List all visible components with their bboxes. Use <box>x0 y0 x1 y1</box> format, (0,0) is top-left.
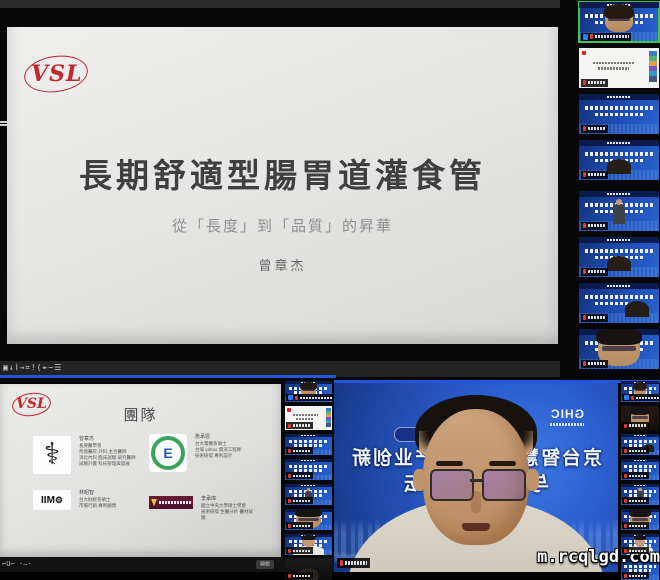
participant-thumbnail-banner[interactable] <box>579 94 659 134</box>
caduceus-icon: ⚕ <box>33 436 71 474</box>
shared-slide-main[interactable]: VSL 長期舒適型腸胃道灌食管 從「長度」到「品質」的昇華 曾章杰 <box>7 27 558 344</box>
mic-muted-icon <box>583 172 586 177</box>
toolbar-glyphs[interactable]: ▣↓⌇→⌗!(↞−☰ <box>3 363 62 373</box>
mic-muted-icon <box>288 499 291 503</box>
mic-muted-icon <box>583 126 586 131</box>
overlay-marks <box>0 120 10 130</box>
mic-muted-icon <box>631 396 634 400</box>
slide-subtitle: 從「長度」到「品質」的昇華 <box>7 215 558 236</box>
team-member-2: E 詹承恩 台大電機系碩士 台灣 yahoo 資深工程師 技術研發 專利設計 <box>149 434 241 472</box>
user-icon <box>288 395 293 400</box>
member-line: 技術研發 生醫分析 醫材試 <box>201 509 253 515</box>
footer-badge[interactable]: ▤▥ <box>256 560 274 569</box>
participant-strip-top <box>579 2 659 375</box>
participant-thumbnail-standing[interactable] <box>285 484 332 505</box>
participant-thumbnail-face[interactable] <box>621 509 659 530</box>
university-banner-logo <box>149 496 193 509</box>
participant-thumbnail-face[interactable] <box>579 329 659 369</box>
participant-thumbnail-share[interactable] <box>285 406 332 430</box>
mic-muted-icon <box>624 424 627 428</box>
mic-muted-icon <box>624 574 627 578</box>
user-icon <box>624 395 629 400</box>
participant-thumbnail-banner[interactable] <box>621 459 659 480</box>
participant-thumbnail-woman[interactable] <box>285 381 332 402</box>
footer-bar: ⌐U⌐ ·–· ▤▥ ⚙ ◉ <box>0 557 334 572</box>
team-member-3: IIM⚙ 林昭智 台大財經系碩士 市場行銷 專利顧問 <box>33 490 116 510</box>
participant-thumbnail-dark[interactable] <box>285 559 332 580</box>
team-slide-title: 團隊 <box>0 404 281 425</box>
member-line: 市場行銷 專利顧問 <box>79 503 116 509</box>
participant-thumbnail-woman[interactable] <box>621 381 659 402</box>
mic-muted-icon <box>624 499 627 503</box>
participant-thumbnail-face[interactable] <box>285 509 332 530</box>
participant-strip-mid <box>285 381 332 572</box>
participant-thumbnail-banner[interactable] <box>285 459 332 480</box>
member-line: 驗 <box>201 515 253 521</box>
participant-thumbnail-standing[interactable] <box>621 484 659 505</box>
mic-muted-icon <box>288 549 291 553</box>
window-top-strip <box>0 0 560 8</box>
speaker-video[interactable]: GHIC 2023.09.05 京台智慧医疗健康产业创新 与发展合作论坛 <box>334 383 618 572</box>
iim-gear-logo: IIM⚙ <box>33 490 71 510</box>
member-name: 李承瑋 <box>201 496 253 502</box>
participant-thumbnail-person-right[interactable] <box>621 434 659 455</box>
member-line: 技術研發 專利設計 <box>195 453 241 459</box>
mic-muted-icon <box>583 223 586 228</box>
mic-muted-icon <box>624 524 627 528</box>
team-member-4: 李承瑋 國立中央大學碩士學歷 技術研發 生醫分析 醫材試 驗 <box>149 496 253 521</box>
mic-muted-icon <box>288 524 291 528</box>
slide-presenter-name: 曾章杰 <box>7 255 558 274</box>
mic-muted-icon <box>583 315 586 320</box>
participant-thumbnail-banner[interactable] <box>285 434 332 455</box>
mic-muted-icon <box>288 574 291 578</box>
mic-muted-icon <box>624 549 627 553</box>
shared-slide-team[interactable]: VSL 團隊 ⚕ 曾章杰 長庚醫學系 馬偕醫院 外科 主治醫師 消化內科 臨床試… <box>0 384 281 557</box>
mic-muted-icon <box>288 474 291 478</box>
mic-muted-icon <box>590 34 593 39</box>
team-member-1: ⚕ 曾章杰 長庚醫學系 馬偕醫院 外科 主治醫師 消化內科 臨床試驗 研究醫師 … <box>33 436 136 474</box>
participant-thumbnail-standing[interactable] <box>579 191 659 231</box>
mic-muted-icon <box>624 474 627 478</box>
participant-thumbnail-person[interactable] <box>579 237 659 277</box>
e-circle-logo: E <box>149 434 187 472</box>
slide-title: 長期舒適型腸胃道灌食管 <box>7 149 558 197</box>
mic-muted-icon <box>583 80 586 85</box>
mic-muted-icon <box>583 361 586 366</box>
member-name: 詹承恩 <box>195 434 241 440</box>
member-name: 曾章杰 <box>79 436 136 442</box>
mic-muted-icon <box>583 269 586 274</box>
speaker-name-label <box>337 558 370 568</box>
participant-strip-right <box>621 381 659 572</box>
team-window-top-border <box>0 375 336 378</box>
mic-muted-icon <box>295 396 298 400</box>
footer-glyphs: ⌐U⌐ ·–· <box>2 560 32 568</box>
participant-thumbnail-face-dark[interactable] <box>621 406 659 430</box>
member-name: 林昭智 <box>79 490 116 496</box>
participant-thumbnail-woman[interactable] <box>579 2 659 42</box>
member-line: 試驗計畫 科技管理與發展 <box>79 461 136 467</box>
participant-thumbnail-person[interactable] <box>579 140 659 180</box>
vsl-logo: VSL <box>31 61 82 87</box>
mic-muted-icon <box>288 449 291 453</box>
participant-thumbnail-person-right[interactable] <box>579 283 659 323</box>
glasses-icon <box>430 469 474 501</box>
mic-muted-icon <box>340 560 343 566</box>
participant-thumbnail-shirt[interactable] <box>285 534 332 555</box>
participant-thumbnail-share[interactable] <box>579 48 659 88</box>
user-icon <box>583 34 588 40</box>
speaker-person <box>334 383 618 572</box>
mic-muted-icon <box>288 424 291 428</box>
mic-muted-icon <box>624 449 627 453</box>
